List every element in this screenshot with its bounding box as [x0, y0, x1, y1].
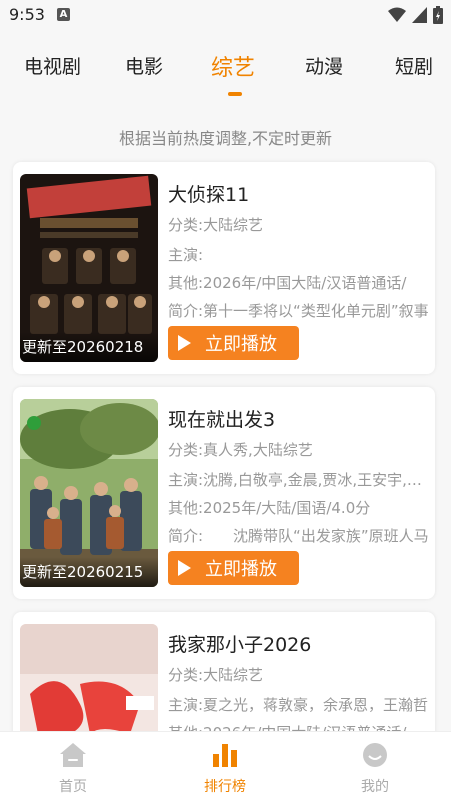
- tab-movie[interactable]: 电影: [125, 52, 163, 79]
- update-status: 更新至20260215: [20, 557, 158, 587]
- show-intro: 简介:第十一季将以“类型化单元剧”叙事: [168, 302, 429, 320]
- show-category: 分类:大陆综艺: [168, 216, 264, 234]
- play-now-label: 立即播放: [205, 559, 277, 580]
- tab-short-drama[interactable]: 短剧: [395, 52, 433, 79]
- nav-ranking[interactable]: 排行榜: [180, 742, 270, 796]
- home-icon: [60, 743, 86, 767]
- poster-image[interactable]: 更新至20260215: [20, 399, 158, 587]
- ranking-hint: 根据当前热度调整,不定时更新: [118, 129, 333, 148]
- show-cast: 主演:: [168, 246, 204, 264]
- show-title[interactable]: 我家那小子2026: [168, 630, 311, 657]
- show-intro: 简介: 沈腾带队“出发家族”原班人马: [168, 527, 429, 545]
- show-cast: 主演:沈腾,白敬亭,金晨,贾冰,王安宇,范丞丞: [168, 471, 430, 489]
- poster-image[interactable]: 更新至20260218: [20, 174, 158, 362]
- tab-tv-series[interactable]: 电视剧: [24, 52, 81, 79]
- notification-a-icon: A: [57, 8, 70, 21]
- show-title[interactable]: 现在就出发3: [168, 405, 275, 432]
- show-category: 分类:大陆综艺: [168, 666, 264, 684]
- play-icon: [178, 560, 191, 576]
- show-category: 分类:真人秀,大陆综艺: [168, 441, 313, 459]
- play-icon: [178, 335, 191, 351]
- nav-home-label: 首页: [59, 779, 87, 795]
- show-other-info: 其他:2026年/中国大陆/汉语普通话/: [168, 274, 407, 292]
- ranking-icon: [213, 744, 237, 767]
- nav-profile[interactable]: 我的: [330, 742, 420, 796]
- tab-anime[interactable]: 动漫: [305, 52, 343, 79]
- bottom-nav: 首页 排行榜 我的: [0, 731, 451, 800]
- nav-home[interactable]: 首页: [28, 742, 118, 796]
- play-now-button[interactable]: 立即播放: [168, 326, 299, 360]
- status-time: 9:53: [9, 5, 45, 24]
- show-other-info: 其他:2025年/大陆/国语/4.0分: [168, 499, 371, 517]
- show-cast: 主演:夏之光，蒋敦豪，余承恩，王瀚哲: [168, 696, 429, 714]
- profile-icon: [363, 743, 387, 767]
- status-bar: 9:53 A: [0, 0, 451, 30]
- play-now-button[interactable]: 立即播放: [168, 551, 299, 585]
- show-card[interactable]: 更新至20260215 现在就出发3 分类:真人秀,大陆综艺 主演:沈腾,白敬亭…: [13, 387, 435, 599]
- show-card[interactable]: 更新至20260218 大侦探11 分类:大陆综艺 主演: 其他:2026年/中…: [13, 162, 435, 374]
- wifi-icon: [388, 7, 406, 22]
- category-tabs: 电视剧 电影 综艺 动漫 短剧: [0, 44, 451, 100]
- tab-variety[interactable]: 综艺: [211, 50, 255, 82]
- active-tab-indicator: [228, 92, 242, 96]
- nav-profile-label: 我的: [361, 779, 389, 795]
- nav-ranking-label: 排行榜: [204, 779, 246, 795]
- show-title[interactable]: 大侦探11: [168, 180, 249, 207]
- play-now-label: 立即播放: [205, 334, 277, 355]
- status-icons: [388, 6, 443, 24]
- signal-icon: [412, 7, 427, 23]
- battery-icon: [433, 6, 443, 24]
- update-status: 更新至20260218: [20, 332, 158, 362]
